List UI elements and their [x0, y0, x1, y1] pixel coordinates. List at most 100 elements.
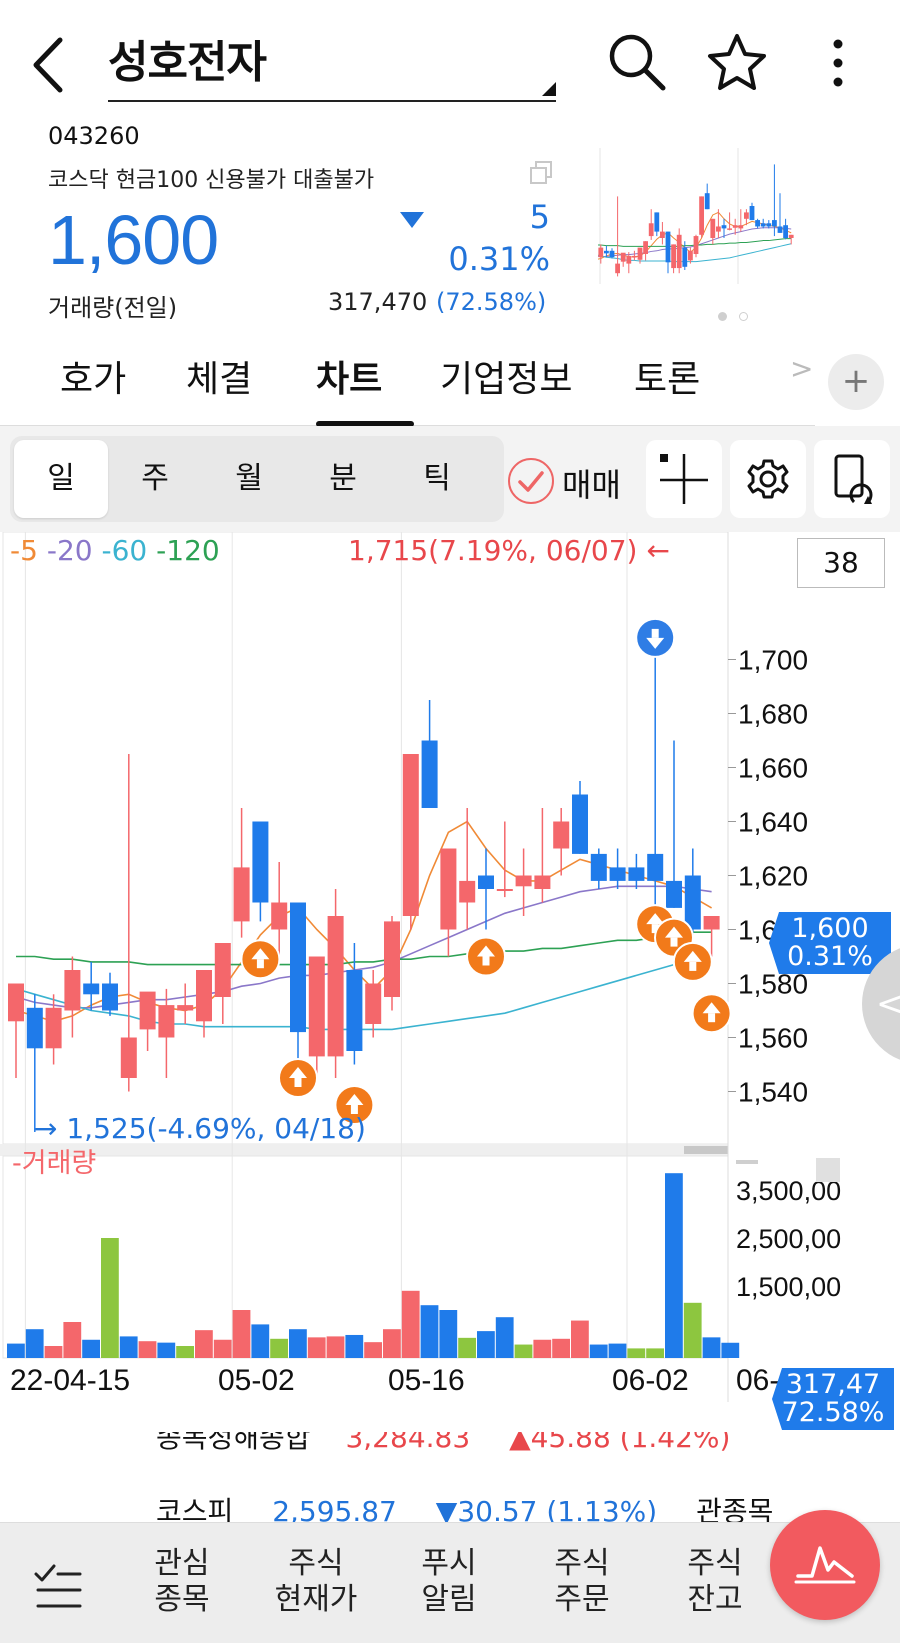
mini-chart[interactable]: [598, 148, 850, 298]
buy-signal-icon: [691, 993, 732, 1034]
candle-body: [83, 983, 100, 995]
candle-body: [327, 916, 344, 1057]
tab-discussion[interactable]: 토론: [634, 350, 700, 402]
price-axis-label: 1,700: [738, 645, 808, 676]
mini-candle: [643, 241, 648, 254]
page-title: 성호전자: [108, 37, 267, 88]
menu-checklist-icon[interactable]: [32, 1560, 84, 1612]
candle-body: [365, 983, 382, 1024]
add-tab-button[interactable]: +: [828, 354, 884, 410]
mini-candle: [682, 247, 688, 267]
ma-legend: -5 -20 -60 -120: [10, 534, 220, 567]
pane-resize-handle[interactable]: [684, 1146, 728, 1154]
mini-candle: [788, 234, 794, 238]
pane-collapse-icon[interactable]: [736, 1160, 758, 1164]
nav-current-price[interactable]: 주식 현재가: [256, 1546, 376, 1618]
nav-watchlist-line2: 종목: [154, 1582, 210, 1617]
signal-arrow-stem: [651, 628, 659, 638]
buy-signal-icon: [672, 941, 713, 982]
price-chart[interactable]: 1,7001,6801,6601,6401,6201,6001,5801,560…: [0, 531, 900, 1432]
volume-bar: [326, 1336, 345, 1358]
crosshair-button[interactable]: [646, 440, 722, 518]
volume-bar: [119, 1336, 138, 1358]
period-month[interactable]: 월: [202, 440, 296, 518]
ticker-change-2: ▼30.57 (1.13%): [435, 1495, 658, 1522]
pane-close-icon[interactable]: [816, 1158, 840, 1182]
buy-signal-icon: [278, 1058, 318, 1098]
volume-bar: [270, 1338, 288, 1358]
copy-icon[interactable]: [528, 160, 554, 186]
signal-arrow-stem: [689, 961, 697, 971]
period-minute[interactable]: 분: [296, 440, 390, 518]
volume-tag: 317,47 72.58%: [772, 1368, 894, 1430]
stock-selector[interactable]: 성호전자: [108, 30, 556, 102]
tab-bar: 호가 체결 차트 기업정보 토론: [0, 340, 815, 427]
volume-bar: [345, 1334, 364, 1358]
tab-chart[interactable]: 차트: [316, 350, 382, 402]
refresh-layout-button[interactable]: [814, 440, 890, 518]
ma-legend-20: 20: [56, 534, 93, 567]
volume-bar: [401, 1290, 420, 1358]
candle-body: [8, 983, 24, 1022]
tab-scroll-icon[interactable]: >: [790, 352, 813, 385]
nav-balance[interactable]: 주식 잔고: [655, 1546, 775, 1618]
mini-candle: [671, 244, 676, 269]
chart-area[interactable]: 1,700 1,680 1,660 1,640 1,620 1,600 1,580 1,560…: [0, 531, 900, 1432]
ticker-value-2: 2,595.87: [272, 1495, 397, 1522]
search-icon[interactable]: [605, 30, 671, 96]
mini-candle: [738, 225, 744, 229]
settings-button[interactable]: [730, 440, 806, 518]
price-axis-label: 1,620: [738, 861, 808, 892]
volume-bar: [138, 1341, 157, 1358]
line-chart-icon: [794, 1546, 856, 1584]
pane-divider[interactable]: [0, 1144, 728, 1156]
price-axis-label: 1,680: [738, 699, 808, 730]
mini-candle: [654, 212, 660, 232]
volume-bar: [552, 1338, 570, 1358]
tab-orderbook[interactable]: 호가: [60, 350, 126, 402]
volume-bar: [82, 1339, 100, 1358]
ticker-change-1: ▲45.88 (1.42%): [509, 1432, 731, 1454]
period-tick[interactable]: 틱: [390, 440, 484, 518]
candle-body: [177, 1005, 194, 1011]
tab-trades[interactable]: 체결: [186, 350, 252, 402]
nav-push-alert[interactable]: 푸시 알림: [389, 1546, 509, 1618]
nav-watchlist[interactable]: 관심 종목: [122, 1546, 242, 1618]
volume-bar: [702, 1337, 721, 1358]
mini-candle: [660, 231, 665, 238]
candle-count-box[interactable]: 38: [797, 538, 885, 588]
chart-fab-button[interactable]: [770, 1510, 880, 1620]
favorite-star-icon[interactable]: [704, 30, 770, 96]
period-week[interactable]: 주: [108, 440, 202, 518]
candle-body: [684, 875, 701, 930]
volume-legend: -거래량: [12, 1148, 96, 1179]
candle-body: [346, 970, 363, 1051]
volume-bar: [63, 1322, 82, 1358]
page-dot: [739, 312, 748, 321]
trade-toggle[interactable]: 매매: [508, 456, 628, 506]
mini-candle: [604, 250, 609, 254]
candle-body: [196, 970, 212, 1022]
candle-body: [271, 902, 288, 930]
period-day[interactable]: 일: [14, 440, 108, 518]
back-icon[interactable]: [28, 30, 78, 100]
candle-body: [459, 880, 476, 903]
current-price-tag: 1,600 0.31%: [769, 912, 891, 974]
price-axis-label: 1,540: [738, 1077, 808, 1108]
volume-bar: [665, 1173, 683, 1358]
ticker-row-1: 종목정해종합 3,284.83 ▲45.88 (1.42%): [156, 1432, 730, 1456]
volume-bar: [364, 1342, 382, 1358]
signal-arrow-stem: [294, 1078, 302, 1087]
nav-order[interactable]: 주식 주문: [522, 1546, 642, 1618]
candle-body: [590, 853, 607, 881]
trade-label: 매매: [562, 466, 621, 504]
crosshair-icon: [660, 454, 708, 504]
down-triangle-icon: [400, 212, 424, 228]
mini-candle: [699, 196, 704, 235]
mini-candle: [760, 223, 766, 227]
volume-bar: [213, 1339, 232, 1358]
tab-company-info[interactable]: 기업정보: [440, 350, 572, 402]
more-vert-icon[interactable]: [820, 30, 856, 96]
price-pane[interactable]: [2, 531, 729, 1145]
price-axis-label: 1,660: [738, 753, 808, 784]
